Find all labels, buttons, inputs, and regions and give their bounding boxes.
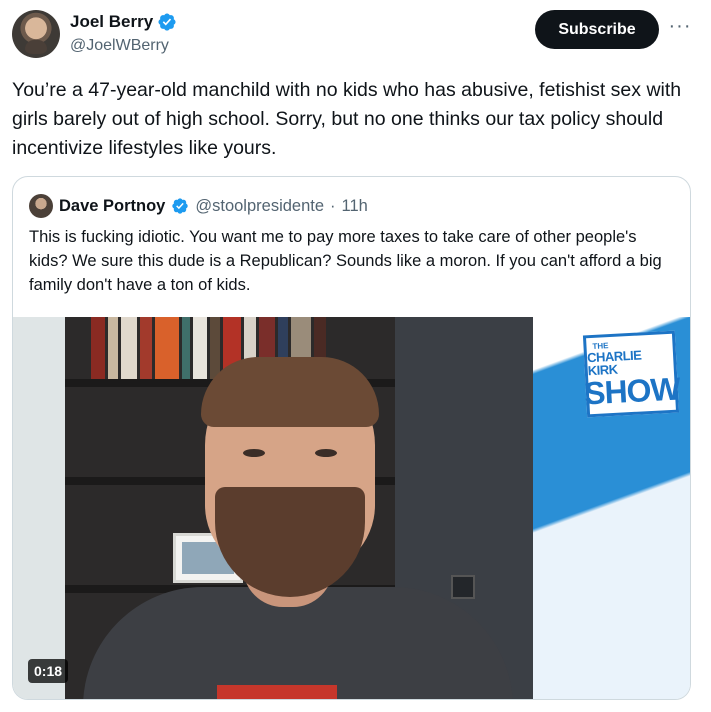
author-avatar[interactable] [12,10,60,58]
author-name[interactable]: Joel Berry [70,12,153,32]
post: Joel Berry @JoelWBerry Subscribe ··· You… [0,0,711,712]
video-duration-badge: 0:18 [28,659,69,683]
author-handle[interactable]: @JoelWBerry [70,37,177,55]
video-player[interactable]: THE CHARLIE KIRK SHOW 0:18 [13,317,690,699]
subscribe-button[interactable]: Subscribe [535,10,659,49]
speaker-hair [201,357,379,427]
speaker-beard [215,487,365,597]
quoted-author-avatar[interactable] [29,194,53,218]
speaker-shirt-logo [217,685,337,699]
speaker-eye [315,449,337,457]
quoted-post[interactable]: Dave Portnoy @stoolpresidente · 11h This… [12,176,691,700]
quoted-post-text: This is fucking idiotic. You want me to … [29,228,662,294]
show-logo-show: SHOW [583,370,681,412]
show-logo: THE CHARLIE KIRK SHOW [582,330,681,418]
separator-dot: · [330,196,336,215]
author-block: Joel Berry @JoelWBerry [70,12,177,55]
author-name-row: Joel Berry [70,12,177,32]
video-speaker [83,337,513,699]
quoted-post-header: Dave Portnoy @stoolpresidente · 11h [29,194,368,218]
speaker-eye [243,449,265,457]
quoted-author-handle[interactable]: @stoolpresidente [195,197,324,216]
verified-badge-icon [172,198,189,214]
video-background-wall [13,317,65,699]
verified-badge-icon [158,13,176,31]
post-text: You’re a 47-year-old manchild with no ki… [12,79,682,159]
quoted-author-name[interactable]: Dave Portnoy [59,197,165,216]
more-horizontal-icon[interactable]: ··· [668,16,692,42]
quoted-post-time[interactable]: 11h [342,197,368,216]
